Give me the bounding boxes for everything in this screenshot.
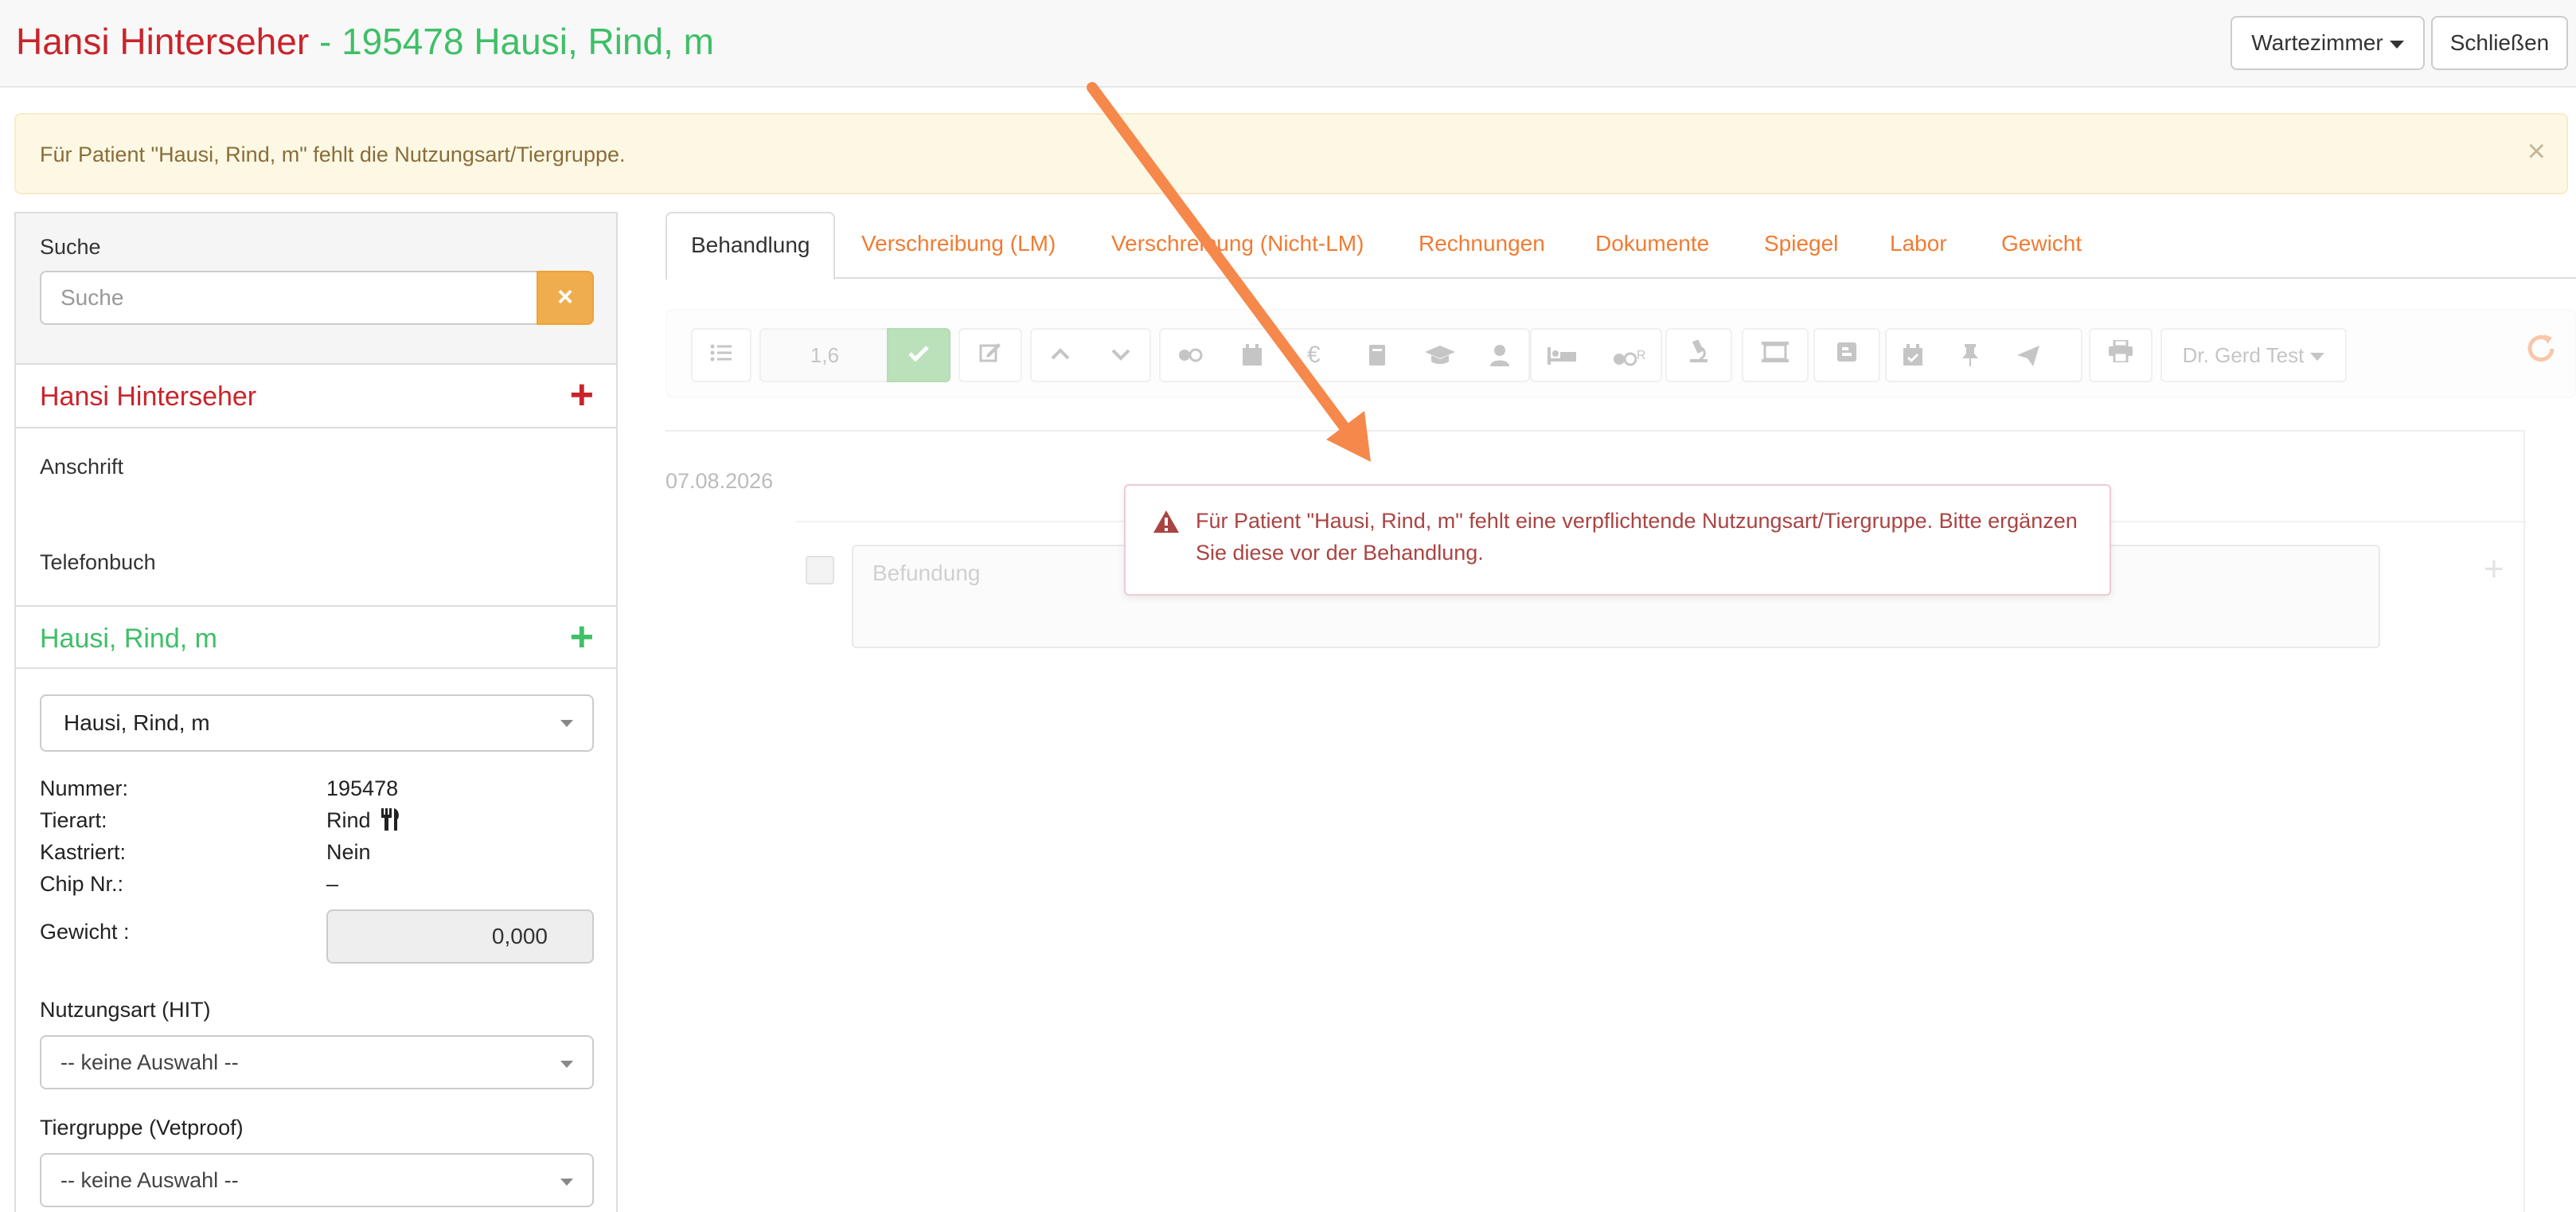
search-panel: Suche Suche × xyxy=(16,213,616,365)
monitor-icon[interactable] xyxy=(1742,328,1809,382)
befund-checkbox[interactable] xyxy=(806,556,834,584)
form-icon[interactable] xyxy=(1813,328,1880,382)
treatment-toolbar: 1,6 € R Dr. Gerd Test xyxy=(665,309,2576,398)
close-icon[interactable]: × xyxy=(2527,135,2546,167)
action-button-group-1: € xyxy=(1159,328,1530,382)
close-button[interactable]: Schließen xyxy=(2431,16,2568,70)
calendar-check-icon[interactable] xyxy=(1903,344,1923,366)
graduation-cap-icon[interactable] xyxy=(1425,346,1455,365)
phonebook-link[interactable]: Telefonbuch xyxy=(40,548,156,577)
error-notification-text: Für Patient "Hausi, Rind, m" fehlt eine … xyxy=(1196,509,2078,565)
title-owner-name: Hansi Hinterseher xyxy=(16,21,310,62)
check-icon[interactable] xyxy=(887,328,950,382)
print-icon[interactable] xyxy=(2089,328,2153,382)
chevron-down-icon xyxy=(560,1179,573,1186)
caret-down-icon xyxy=(2389,40,2404,49)
chevron-down-icon[interactable] xyxy=(1111,349,1130,362)
warning-icon xyxy=(1153,510,1179,533)
chevron-up-icon[interactable] xyxy=(1051,347,1070,360)
treatment-date: 07.08.2026 xyxy=(665,469,774,493)
tab-dokumente[interactable]: Dokumente xyxy=(1595,212,1709,279)
utensils-icon xyxy=(381,808,399,831)
patient-name[interactable]: Hausi, Rind, m xyxy=(40,621,217,656)
number-value: 195478 xyxy=(326,776,399,800)
patient-section-header[interactable]: Hausi, Rind, m + xyxy=(16,605,616,669)
euro-icon[interactable]: € xyxy=(1307,330,1321,381)
error-notification: Für Patient "Hausi, Rind, m" fehlt eine … xyxy=(1124,484,2111,596)
chevron-down-icon xyxy=(560,720,573,727)
doctor-select[interactable]: Dr. Gerd Test xyxy=(2160,328,2347,382)
usage-select[interactable]: -- keine Auswahl -- xyxy=(40,1035,594,1089)
chip-label: Chip Nr.: xyxy=(40,872,124,896)
weight-label: Gewicht : xyxy=(40,920,130,944)
list-icon[interactable] xyxy=(691,328,751,382)
group-select-value: -- keine Auswahl -- xyxy=(60,1168,239,1192)
title-patient: 195478 Hausi, Rind, m xyxy=(342,21,714,62)
action-button-group-2: R xyxy=(1530,328,1662,382)
owner-section-header[interactable]: Hansi Hinterseher + xyxy=(16,365,616,428)
send-icon[interactable] xyxy=(2017,346,2039,366)
chevron-down-icon xyxy=(560,1061,573,1068)
waiting-room-label: Wartezimmer xyxy=(2251,30,2383,55)
group-select[interactable]: -- keine Auswahl -- xyxy=(40,1153,594,1207)
content-divider xyxy=(665,430,2523,432)
tab-labor[interactable]: Labor xyxy=(1890,212,1947,279)
microscope-icon[interactable] xyxy=(1665,328,1732,382)
clear-search-button[interactable]: × xyxy=(537,271,594,325)
move-button-group xyxy=(1030,328,1151,382)
pills-r-suffix: R xyxy=(1637,349,1646,362)
species-value: Rind xyxy=(326,808,371,832)
patient-select[interactable]: Hausi, Rind, m xyxy=(40,694,594,752)
species-value-row: Rind xyxy=(326,806,400,835)
title-separator: - xyxy=(309,21,342,62)
book-icon[interactable] xyxy=(1368,344,1387,366)
tab-bar: Behandlung Verschreibung (LM) Verschreib… xyxy=(665,212,2576,280)
tab-rechnungen[interactable]: Rechnungen xyxy=(1419,212,1545,279)
address-link[interactable]: Anschrift xyxy=(40,452,123,481)
caret-down-icon xyxy=(2310,353,2325,362)
header: Hansi Hinterseher - 195478 Hausi, Rind, … xyxy=(0,0,2576,88)
species-label: Tierart: xyxy=(40,808,107,832)
pin-icon[interactable] xyxy=(1961,344,1979,366)
app-root: Hansi Hinterseher - 195478 Hausi, Rind, … xyxy=(0,0,2576,1212)
warning-banner: Für Patient "Hausi, Rind, m" fehlt die N… xyxy=(14,113,2568,194)
user-icon[interactable] xyxy=(1490,344,1509,366)
factor-input[interactable]: 1,6 xyxy=(759,328,890,382)
pills-r-icon[interactable]: R xyxy=(1613,346,1646,366)
sidebar: Suche Suche × Hansi Hinterseher + Anschr… xyxy=(14,212,618,1212)
castrated-value: Nein xyxy=(326,840,371,864)
action-button-group-3 xyxy=(1885,328,2082,382)
bed-icon[interactable] xyxy=(1548,346,1576,365)
doctor-select-value: Dr. Gerd Test xyxy=(2182,343,2305,367)
tab-behandlung[interactable]: Behandlung xyxy=(665,212,836,280)
refresh-icon[interactable] xyxy=(2525,330,2557,377)
weight-field[interactable]: 0,000 xyxy=(326,909,594,964)
group-label: Tiergruppe (Vetproof) xyxy=(40,1116,244,1140)
tab-spiegel[interactable]: Spiegel xyxy=(1764,212,1838,279)
search-input[interactable]: Suche xyxy=(40,271,540,325)
tab-gewicht[interactable]: Gewicht xyxy=(2001,212,2082,279)
usage-label: Nutzungsart (HIT) xyxy=(40,998,211,1022)
castrated-label: Kastriert: xyxy=(40,840,127,864)
page-title: Hansi Hinterseher - 195478 Hausi, Rind, … xyxy=(16,18,714,65)
add-owner-icon[interactable]: + xyxy=(570,374,594,416)
add-entry-icon[interactable]: + xyxy=(2484,549,2504,589)
chip-value: – xyxy=(326,872,339,896)
calendar-icon[interactable] xyxy=(1242,344,1263,366)
pills-icon[interactable] xyxy=(1178,346,1204,365)
search-label: Suche xyxy=(40,235,101,259)
tab-verschreibung-nicht-lm[interactable]: Verschreibung (Nicht-LM) xyxy=(1111,212,1364,279)
waiting-room-button[interactable]: Wartezimmer xyxy=(2231,16,2425,70)
usage-select-value: -- keine Auswahl -- xyxy=(60,1050,239,1074)
warning-banner-text: Für Patient "Hausi, Rind, m" fehlt die N… xyxy=(40,143,626,166)
edit-icon[interactable] xyxy=(958,328,1022,382)
owner-name[interactable]: Hansi Hinterseher xyxy=(40,379,256,414)
content-column-line xyxy=(2523,430,2525,1212)
patient-select-value: Hausi, Rind, m xyxy=(64,710,210,735)
tab-verschreibung-lm[interactable]: Verschreibung (LM) xyxy=(861,212,1056,279)
add-patient-icon[interactable]: + xyxy=(570,616,594,658)
number-label: Nummer: xyxy=(40,776,129,800)
